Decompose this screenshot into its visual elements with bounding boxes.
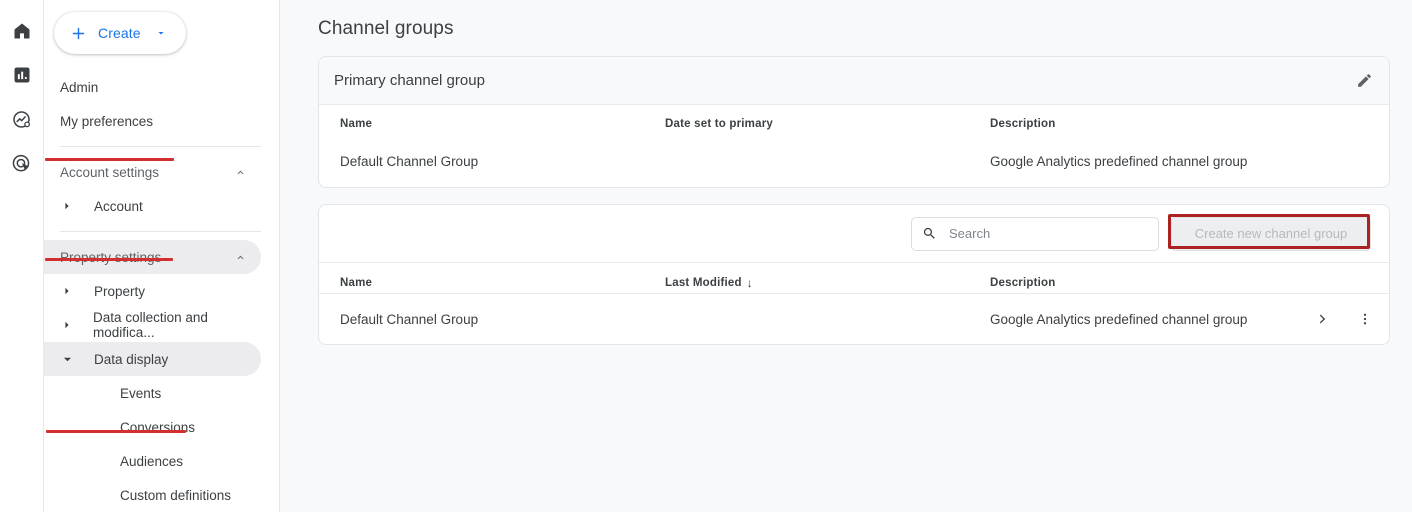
sidebar-item-label: Events [120,385,162,401]
sidebar-item-events[interactable]: Events [44,376,261,410]
row-actions [1315,311,1373,327]
sidebar-item-property-settings[interactable]: Property settings [44,240,261,274]
sidebar-item-audiences[interactable]: Audiences [44,444,261,478]
caret-right-icon [60,287,74,295]
home-icon[interactable] [5,14,39,48]
sidebar-item-custom-definitions[interactable]: Custom definitions [44,478,261,512]
caret-right-icon [60,202,74,210]
icon-rail [0,0,44,512]
more-vert-icon[interactable] [1357,311,1373,327]
nav-divider-2 [60,231,261,232]
explore-icon[interactable] [5,102,39,136]
column-header-description: Description [990,277,1056,289]
table-row[interactable]: Default Channel Group Google Analytics p… [319,135,1389,187]
sidebar-item-account[interactable]: Account [44,189,261,223]
sidebar-item-conversions[interactable]: Conversions [44,410,261,444]
sidebar-item-data-display[interactable]: Data display [44,342,261,376]
sort-descending-icon: ↓ [746,276,753,290]
sidebar-item-label: Property settings [60,249,162,265]
table-header-row: Name Date set to primary Description [319,105,1389,135]
chevron-up-icon [234,251,247,264]
table-row[interactable]: Default Channel Group Google Analytics p… [319,294,1389,344]
pencil-icon[interactable] [1356,72,1373,89]
table-header-row: Name Last Modified ↓ Description [319,263,1389,293]
channel-group-list-card: Search Create new channel group Name Las… [318,204,1390,345]
cell-name: Default Channel Group [340,311,479,327]
chevron-down-icon [155,27,167,39]
create-button[interactable]: Create [54,12,186,54]
column-header-last-modified-label: Last Modified [665,277,742,289]
column-header-description: Description [990,118,1056,130]
reports-icon[interactable] [5,58,39,92]
column-header-last-modified[interactable]: Last Modified ↓ [665,276,990,290]
cell-name: Default Channel Group [340,153,479,169]
sidebar-item-admin[interactable]: Admin [44,70,261,104]
column-header-name: Name [340,118,373,130]
search-icon [922,226,937,241]
column-header-date-set-to-primary: Date set to primary [665,118,773,130]
column-header-name: Name [340,277,373,289]
sidebar-item-label: Account settings [60,164,160,180]
cell-description: Google Analytics predefined channel grou… [990,311,1248,327]
sidebar-item-property[interactable]: Property [44,274,261,308]
nav-divider-1 [60,146,261,147]
list-card-toolbar: Search Create new channel group [319,205,1389,263]
annotation-underline-property-settings [45,158,174,161]
card-title: Primary channel group [334,72,485,89]
caret-down-icon [60,355,74,364]
create-new-channel-group-label: Create new channel group [1194,226,1348,241]
primary-channel-group-card: Primary channel group Name Date set to p… [318,56,1390,188]
annotation-underline-channel-groups [46,430,186,433]
cell-description: Google Analytics predefined channel grou… [990,153,1248,169]
sidebar-item-label: Custom definitions [120,487,232,503]
search-placeholder: Search [949,226,991,241]
advertising-icon[interactable] [5,146,39,180]
create-button-label: Create [98,25,141,41]
app-root: Create Admin My preferences Account sett… [0,0,1412,512]
sidebar-item-label: Audiences [120,453,184,469]
plus-icon [70,25,87,42]
sidebar-item-data-collection[interactable]: Data collection and modifica... [44,308,261,342]
sidebar-item-label: Admin [60,79,99,95]
side-nav: Create Admin My preferences Account sett… [44,0,280,512]
chevron-right-icon[interactable] [1315,311,1331,327]
sidebar-item-label: My preferences [60,113,154,129]
annotation-underline-data-display [45,258,173,261]
card-header: Primary channel group [319,57,1389,105]
page-title: Channel groups [318,18,454,39]
nav-list: Admin My preferences Account settings Ac… [44,70,279,512]
sidebar-item-label: Data display [94,351,169,367]
search-input[interactable]: Search [911,216,1159,251]
sidebar-item-my-preferences[interactable]: My preferences [44,104,261,138]
caret-right-icon [60,321,73,329]
sidebar-item-label: Property [94,283,146,299]
sidebar-item-label: Account [94,198,143,214]
sidebar-item-label: Data collection and modifica... [93,310,208,340]
create-new-channel-group-button[interactable]: Create new channel group [1171,216,1371,251]
main-content: Channel groups Primary channel group Nam… [280,0,1412,512]
chevron-up-icon [234,166,247,179]
